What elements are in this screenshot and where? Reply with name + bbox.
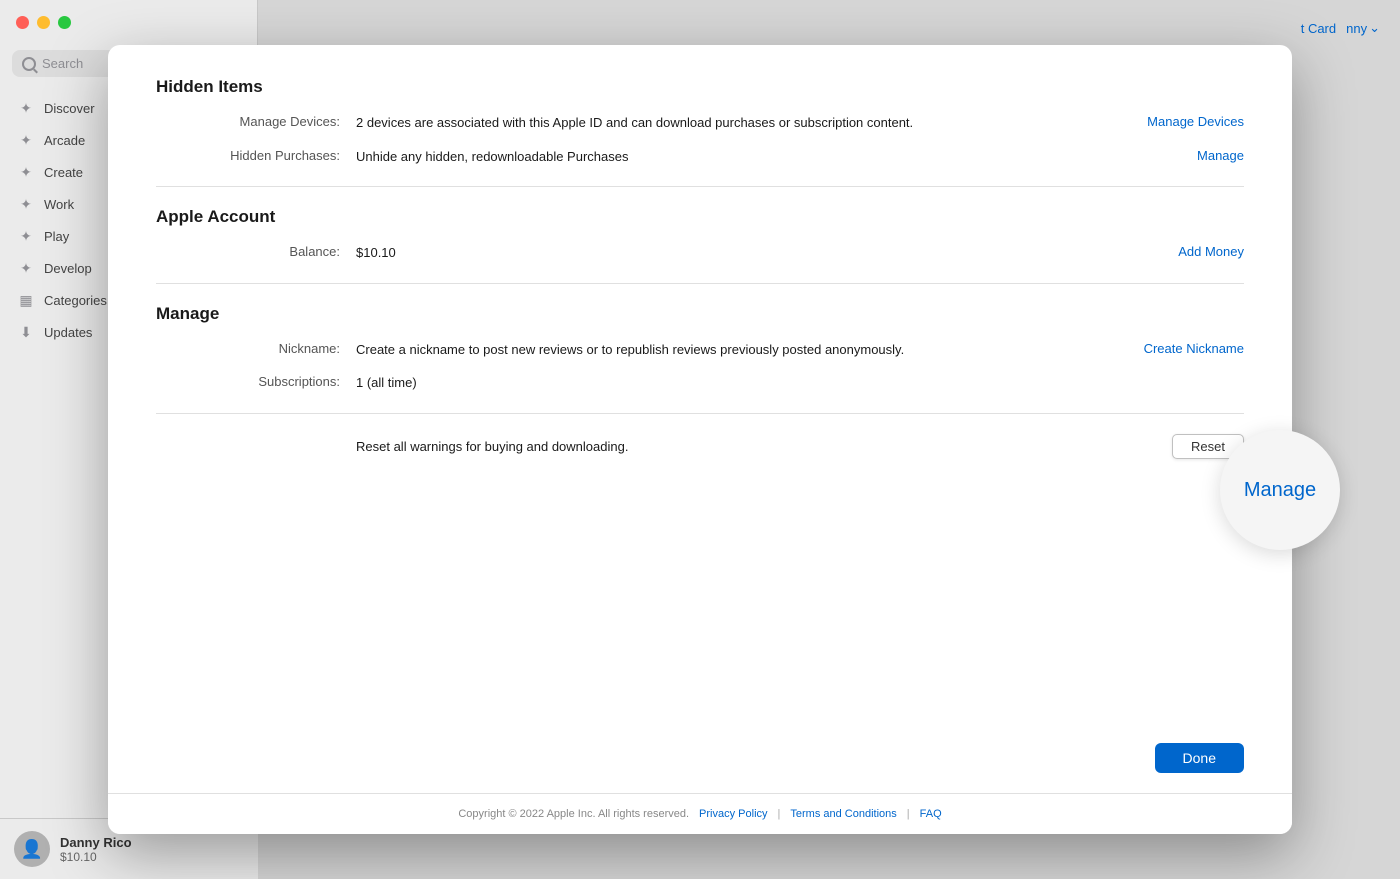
gift-card-button[interactable]: t Card [1301, 21, 1336, 36]
sidebar-item-label: Arcade [44, 133, 85, 148]
modal-bottom-footer: Copyright © 2022 Apple Inc. All rights r… [108, 793, 1292, 834]
updates-icon: ⬇ [18, 324, 34, 340]
sidebar-item-label: Work [44, 197, 74, 212]
work-icon: ✦ [18, 196, 34, 212]
arcade-icon: ✦ [18, 132, 34, 148]
divider-2 [156, 283, 1244, 284]
hidden-purchases-label: Hidden Purchases: [156, 147, 356, 163]
separator-1: | [778, 808, 781, 820]
create-icon: ✦ [18, 164, 34, 180]
nickname-label: Nickname: [156, 340, 356, 356]
nickname-row: Nickname: Create a nickname to post new … [156, 340, 1244, 360]
balance-value: $10.10 [356, 243, 1084, 263]
reset-row: Reset all warnings for buying and downlo… [156, 434, 1244, 459]
search-label: Search [42, 56, 83, 71]
reset-action: Reset [1084, 434, 1244, 459]
hidden-items-title: Hidden Items [156, 77, 1244, 97]
hidden-purchases-description: Unhide any hidden, redownloadable Purcha… [356, 147, 1084, 167]
balance-row: Balance: $10.10 Add Money [156, 243, 1244, 263]
manage-devices-link[interactable]: Manage Devices [1147, 114, 1244, 129]
discover-icon: ✦ [18, 100, 34, 116]
subscriptions-label: Subscriptions: [156, 373, 356, 389]
chevron-down-icon: ⌄ [1369, 20, 1380, 36]
traffic-lights [16, 16, 71, 29]
terms-conditions-link[interactable]: Terms and Conditions [790, 808, 896, 820]
manage-devices-label: Manage Devices: [156, 113, 356, 129]
balance-label: Balance: [156, 243, 356, 259]
create-nickname-link[interactable]: Create Nickname [1144, 341, 1244, 356]
manage-title: Manage [156, 304, 1244, 324]
account-button[interactable]: nny ⌄ [1346, 20, 1380, 36]
hidden-purchases-row: Hidden Purchases: Unhide any hidden, red… [156, 147, 1244, 167]
sidebar-item-label: Discover [44, 101, 95, 116]
reset-description: Reset all warnings for buying and downlo… [356, 439, 1084, 454]
manage-devices-row: Manage Devices: 2 devices are associated… [156, 113, 1244, 133]
done-button[interactable]: Done [1155, 743, 1244, 773]
hidden-items-section: Hidden Items Manage Devices: 2 devices a… [156, 77, 1244, 166]
privacy-policy-link[interactable]: Privacy Policy [699, 808, 767, 820]
create-nickname-action: Create Nickname [1084, 340, 1244, 358]
divider-3 [156, 413, 1244, 414]
top-right-area: t Card nny ⌄ [1301, 20, 1380, 36]
hidden-purchases-link[interactable]: Manage [1197, 148, 1244, 163]
sidebar-item-label: Create [44, 165, 83, 180]
close-button[interactable] [16, 16, 29, 29]
separator-2: | [907, 808, 910, 820]
apple-account-title: Apple Account [156, 207, 1244, 227]
search-icon [22, 57, 36, 71]
divider-1 [156, 186, 1244, 187]
avatar: 👤 [14, 831, 50, 867]
play-icon: ✦ [18, 228, 34, 244]
user-info: Danny Rico $10.10 [60, 835, 132, 864]
copyright-text: Copyright © 2022 Apple Inc. All rights r… [458, 808, 689, 820]
sidebar-item-label: Categories [44, 293, 107, 308]
hidden-purchases-action: Manage [1084, 147, 1244, 165]
maximize-button[interactable] [58, 16, 71, 29]
manage-bubble: Manage [1220, 430, 1340, 550]
apple-account-section: Apple Account Balance: $10.10 Add Money [156, 207, 1244, 263]
categories-icon: ▦ [18, 292, 34, 308]
develop-icon: ✦ [18, 260, 34, 276]
user-name: Danny Rico [60, 835, 132, 850]
modal-dialog: Hidden Items Manage Devices: 2 devices a… [108, 45, 1292, 834]
manage-devices-description: 2 devices are associated with this Apple… [356, 113, 1084, 133]
add-money-link[interactable]: Add Money [1178, 244, 1244, 259]
nickname-description: Create a nickname to post new reviews or… [356, 340, 1084, 360]
modal-content: Hidden Items Manage Devices: 2 devices a… [108, 45, 1292, 731]
sidebar-item-label: Updates [44, 325, 92, 340]
modal-footer: Done [108, 731, 1292, 793]
sidebar-item-label: Play [44, 229, 69, 244]
manage-section: Manage Nickname: Create a nickname to po… [156, 304, 1244, 393]
minimize-button[interactable] [37, 16, 50, 29]
user-balance: $10.10 [60, 850, 132, 864]
manage-devices-action: Manage Devices [1084, 113, 1244, 131]
sidebar-item-label: Develop [44, 261, 92, 276]
manage-bubble-text: Manage [1244, 479, 1316, 502]
subscriptions-value: 1 (all time) [356, 373, 1084, 393]
faq-link[interactable]: FAQ [920, 808, 942, 820]
subscriptions-row: Subscriptions: 1 (all time) [156, 373, 1244, 393]
add-money-action: Add Money [1084, 243, 1244, 261]
